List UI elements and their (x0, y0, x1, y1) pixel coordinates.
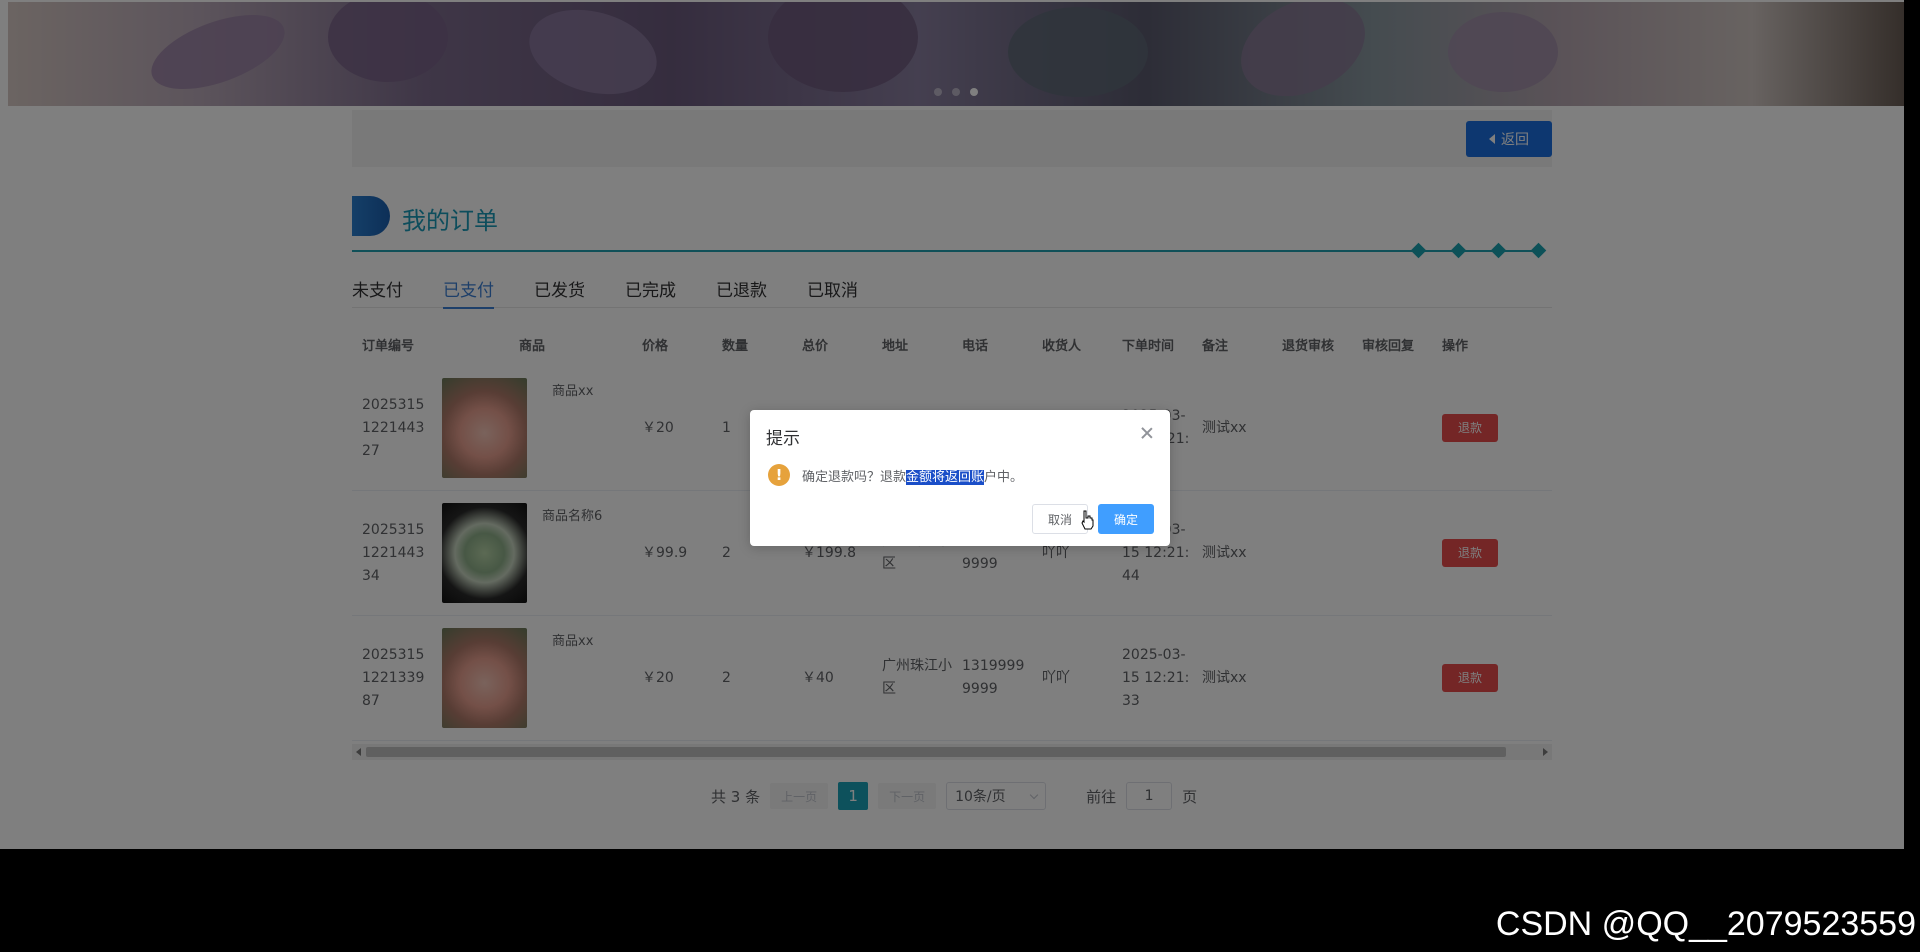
dialog-message-selected: 金额将返回账 (906, 470, 985, 485)
watermark: CSDN @QQ__2079523559 (1495, 905, 1916, 943)
warning-icon: ! (768, 464, 790, 486)
dialog-title: 提示 (766, 429, 800, 449)
dialog-message-start: 确定退款吗？退款 (802, 470, 907, 485)
confirm-dialog: 提示 ! 确定退款吗？退款金额将返回账户中。 取消 确定 (750, 410, 1170, 546)
close-icon[interactable] (1140, 426, 1154, 440)
dialog-message: 确定退款吗？退款金额将返回账户中。 (802, 466, 1023, 485)
confirm-button[interactable]: 确定 (1098, 504, 1154, 534)
hand-cursor-icon (1081, 510, 1094, 530)
dialog-message-end: 户中。 (984, 470, 1024, 485)
